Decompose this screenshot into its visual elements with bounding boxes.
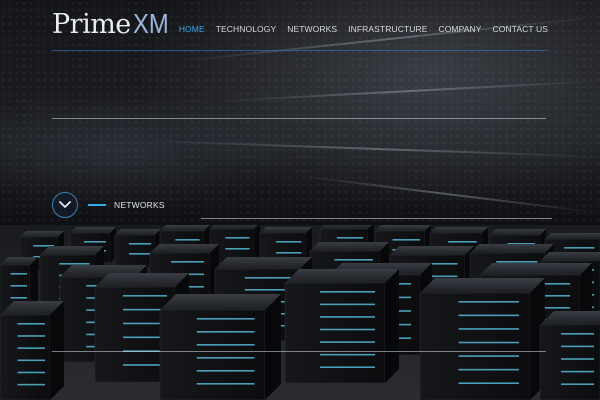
section-divider xyxy=(201,218,552,219)
server-rack-illustration xyxy=(0,225,600,400)
hero-background xyxy=(0,0,600,400)
server-unit xyxy=(284,269,399,384)
main-nav: HOME TECHNOLOGY NETWORKS INFRASTRUCTURE … xyxy=(179,24,548,34)
server-unit xyxy=(159,294,281,400)
nav-item-infrastructure[interactable]: INFRASTRUCTURE xyxy=(348,24,427,34)
header-divider xyxy=(52,50,548,51)
chevron-down-icon xyxy=(59,201,71,208)
primexm-logo[interactable]: Prime XM xyxy=(52,8,175,42)
logo-text-xm: XM xyxy=(132,8,169,39)
nav-item-technology[interactable]: TECHNOLOGY xyxy=(216,24,277,34)
server-unit xyxy=(419,278,545,400)
section-label: NETWORKS xyxy=(114,200,165,210)
content-divider-top xyxy=(52,118,546,119)
logo-text-prime: Prime xyxy=(52,9,131,40)
nav-item-home[interactable]: HOME xyxy=(179,24,205,34)
content-divider-bottom xyxy=(52,351,546,352)
nav-item-company[interactable]: COMPANY xyxy=(438,24,481,34)
scroll-down-button[interactable] xyxy=(52,192,78,218)
server-unit xyxy=(539,311,600,400)
nav-item-contact-us[interactable]: CONTACT US xyxy=(493,24,548,34)
section-indicator-dash xyxy=(88,204,106,206)
nav-item-networks[interactable]: NETWORKS xyxy=(287,24,337,34)
